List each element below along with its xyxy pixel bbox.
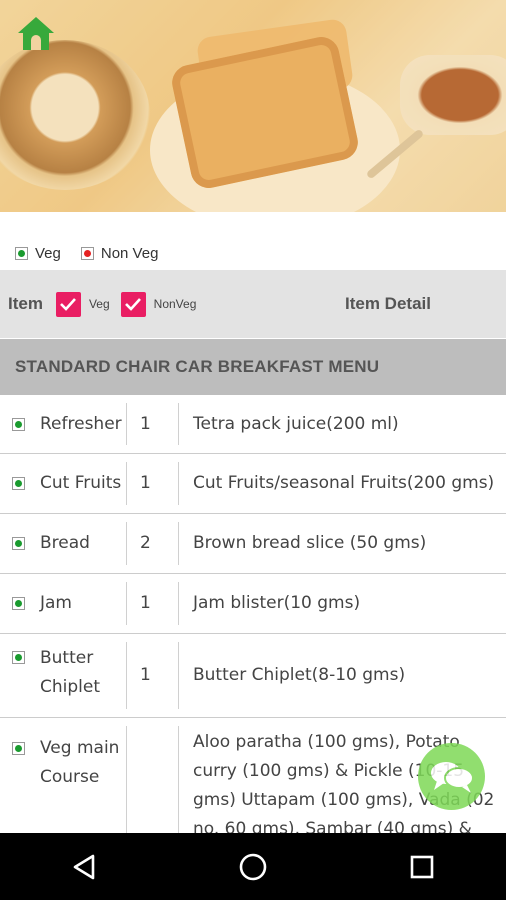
veg-indicator-icon [12, 651, 25, 664]
legend-non-veg-label: Non Veg [100, 244, 159, 262]
square-recents-icon[interactable] [392, 837, 452, 897]
menu-row: Butter Chiplet 1 Butter Chiplet(8-10 gms… [0, 634, 506, 718]
veg-filter[interactable]: Veg [55, 291, 110, 317]
image-tint [0, 0, 506, 212]
item-name: Refresher [40, 414, 122, 434]
item-qty: 2 [140, 533, 151, 553]
item-qty: 1 [140, 414, 151, 434]
item-name: Cut Fruits [40, 473, 122, 493]
veg-indicator-icon [12, 537, 25, 550]
hero-food-image [0, 0, 506, 212]
veg-checkbox[interactable] [55, 291, 81, 317]
section-title: STANDARD CHAIR CAR BREAKFAST MENU [0, 339, 506, 395]
home-icon[interactable] [16, 14, 56, 54]
item-detail: Cut Fruits/seasonal Fruits(200 gms) [193, 473, 495, 493]
legend-veg: Veg [15, 245, 61, 262]
veg-filter-label: Veg [88, 297, 110, 311]
non-veg-indicator-icon [80, 246, 94, 260]
android-nav-bar [0, 833, 506, 900]
veg-indicator-icon [12, 418, 25, 431]
item-header: Item [8, 294, 43, 313]
item-qty: 1 [140, 473, 151, 493]
item-qty: 1 [140, 665, 151, 685]
chat-button[interactable] [418, 743, 485, 810]
item-name: Veg main Course [40, 738, 120, 787]
non-veg-filter-label: NonVeg [153, 297, 197, 311]
item-detail: Butter Chiplet(8-10 gms) [193, 665, 406, 685]
legend-veg-label: Veg [35, 244, 61, 262]
item-name: Bread [40, 533, 90, 553]
item-name: Jam [40, 593, 72, 613]
legend-non-veg: Non Veg [80, 244, 159, 262]
non-veg-checkbox[interactable] [120, 291, 146, 317]
menu-row: Cut Fruits 1 Cut Fruits/seasonal Fruits(… [0, 454, 506, 514]
item-detail: Brown bread slice (50 gms) [193, 533, 427, 553]
chat-bubbles-icon [430, 761, 474, 793]
circle-home-icon[interactable] [223, 837, 283, 897]
item-qty: 1 [140, 593, 151, 613]
veg-indicator-icon [15, 246, 28, 260]
menu-row: Jam 1 Jam blister(10 gms) [0, 574, 506, 634]
veg-indicator-icon [12, 477, 25, 490]
item-detail: Tetra pack juice(200 ml) [193, 414, 399, 434]
filter-bar: Item Veg NonVeg Item Detail [0, 270, 506, 338]
legend: Veg Non Veg [0, 236, 506, 270]
item-detail: Jam blister(10 gms) [193, 593, 361, 613]
veg-indicator-icon [12, 742, 25, 755]
veg-indicator-icon [12, 597, 25, 610]
back-triangle-icon[interactable] [54, 837, 114, 897]
item-detail-header: Item Detail [345, 294, 431, 313]
menu-row: Refresher 1 Tetra pack juice(200 ml) [0, 395, 506, 454]
menu-row: Bread 2 Brown bread slice (50 gms) [0, 514, 506, 574]
non-veg-filter[interactable]: NonVeg [120, 291, 197, 317]
item-name: Butter Chiplet [40, 648, 101, 697]
